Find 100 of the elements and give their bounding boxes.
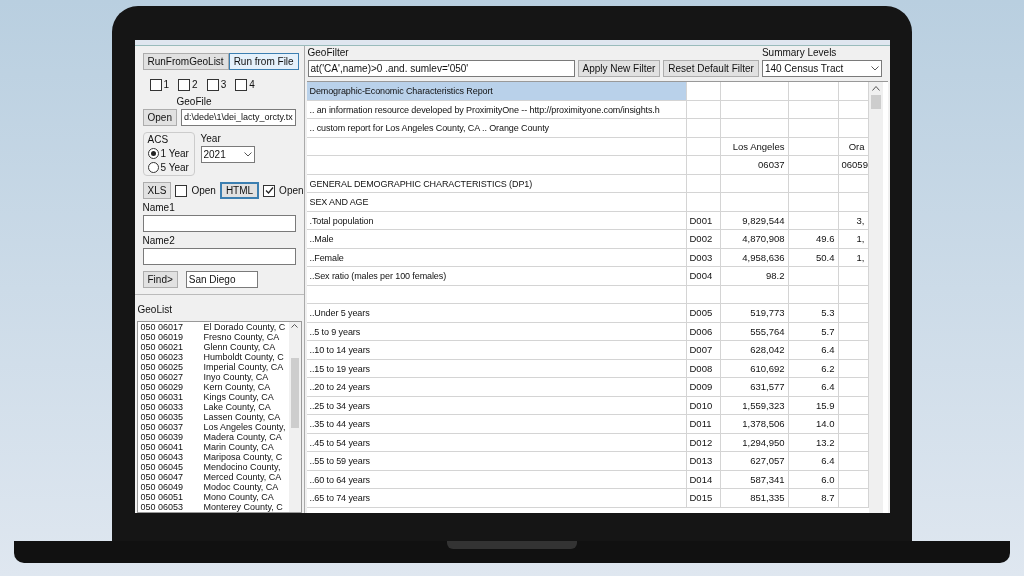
table-cell: D013 bbox=[686, 452, 721, 470]
checkbox-label: Open bbox=[191, 185, 216, 196]
geofile-field[interactable]: d:\dede\1\dei_lacty_orcty.tx bbox=[180, 109, 296, 126]
geolist-item[interactable]: 050 06041 Marin County, CA bbox=[140, 442, 289, 453]
table-cell: 14.0 bbox=[788, 415, 839, 433]
field-label: GeoFile bbox=[176, 97, 213, 107]
scrollbar[interactable] bbox=[288, 322, 301, 512]
table-cell: 1,559,323 bbox=[720, 396, 789, 414]
table-cell: 9,829,544 bbox=[720, 211, 789, 229]
radio-label: 5 Year bbox=[160, 162, 189, 173]
checkbox[interactable] bbox=[206, 79, 219, 91]
checkbox-label: 1 bbox=[163, 80, 170, 90]
open-button[interactable]: Open bbox=[142, 109, 177, 126]
chevron-down-icon bbox=[243, 152, 252, 157]
geolist-item[interactable]: 050 06027 Inyo County, CA bbox=[140, 372, 289, 383]
table-cell: .Total population bbox=[306, 211, 687, 229]
checkbox[interactable] bbox=[175, 184, 188, 197]
geolist-item[interactable]: 050 06045 Mendocino County, bbox=[140, 462, 289, 473]
table-cell: ..15 to 19 years bbox=[306, 359, 687, 377]
apply-filter-button[interactable]: Apply New Filter bbox=[577, 60, 661, 77]
geolist-item[interactable]: 050 06019 Fresno County, CA bbox=[140, 332, 289, 343]
checkbox-label: 3 bbox=[220, 80, 227, 90]
name-field[interactable] bbox=[142, 248, 296, 265]
table-cell: Ora bbox=[838, 137, 869, 155]
table-cell: ..25 to 34 years bbox=[306, 396, 687, 414]
geolist-item[interactable]: 050 06023 Humboldt County, C bbox=[140, 352, 289, 363]
geolist-item[interactable]: 050 06029 Kern County, CA bbox=[140, 382, 289, 393]
table-cell: D004 bbox=[686, 267, 721, 285]
checkbox-label: 4 bbox=[249, 80, 255, 90]
format-button[interactable]: XLS bbox=[142, 182, 172, 199]
table-cell: 06037 bbox=[720, 156, 789, 174]
checkbox[interactable] bbox=[263, 184, 276, 197]
find-button[interactable]: Find> bbox=[142, 271, 178, 288]
table-cell: 8.7 bbox=[788, 489, 839, 507]
table-cell: D007 bbox=[686, 341, 721, 359]
geofilter-field[interactable]: at('CA',name)>0 .and. sumlev='050' bbox=[307, 60, 575, 77]
table-cell: Demographic-Economic Characteristics Report bbox=[306, 82, 687, 100]
table-cell: 1,294,950 bbox=[720, 433, 789, 451]
geolist-item[interactable]: 050 06021 Glenn County, CA bbox=[140, 342, 289, 353]
geolist-item[interactable]: 050 06025 Imperial County, CA bbox=[140, 362, 289, 373]
table-cell: ..65 to 74 years bbox=[306, 489, 687, 507]
year-dropdown[interactable]: 2021 bbox=[200, 146, 255, 163]
table-cell: ..35 to 44 years bbox=[306, 415, 687, 433]
run-from-file-button[interactable]: Run from File bbox=[228, 53, 299, 70]
geolist-item[interactable]: 050 06053 Monterey County, C bbox=[140, 502, 289, 512]
run-from-geolist-button[interactable]: RunFromGeoList bbox=[142, 53, 229, 70]
table-cell: 5.7 bbox=[788, 322, 839, 340]
scrollbar-thumb[interactable] bbox=[290, 358, 299, 428]
table-cell: D010 bbox=[686, 396, 721, 414]
table-cell: 6.4 bbox=[788, 341, 839, 359]
summary-levels-dropdown[interactable]: 140 Census Tract bbox=[761, 60, 882, 77]
geolist-item[interactable]: 050 06037 Los Angeles County, bbox=[140, 422, 289, 433]
table-cell: 851,335 bbox=[720, 489, 789, 507]
geolist-item[interactable]: 050 06017 El Dorado County, C bbox=[140, 323, 289, 333]
table-cell: 519,773 bbox=[720, 304, 789, 322]
table-cell: D009 bbox=[686, 378, 721, 396]
table-cell: D001 bbox=[686, 211, 721, 229]
geolist-item[interactable]: 050 06031 Kings County, CA bbox=[140, 392, 289, 403]
table-cell: .. custom report for Los Angeles County, CA .. Orange County bbox=[306, 119, 687, 137]
checkbox-label: 2 bbox=[192, 80, 198, 90]
table-cell: 5.3 bbox=[788, 304, 839, 322]
table-cell: 15.9 bbox=[788, 396, 839, 414]
table-cell: D005 bbox=[686, 304, 721, 322]
format-button[interactable]: HTML bbox=[219, 182, 260, 199]
table-cell: ..55 to 59 years bbox=[306, 452, 687, 470]
table-cell: SEX AND AGE bbox=[306, 193, 687, 211]
radio-button[interactable] bbox=[147, 148, 159, 159]
table-cell: ..60 to 64 years bbox=[306, 470, 687, 488]
table-cell: 3, bbox=[838, 211, 869, 229]
checkbox[interactable] bbox=[149, 79, 162, 91]
table-cell: D012 bbox=[686, 433, 721, 451]
find-field[interactable]: San Diego bbox=[185, 271, 258, 288]
table-cell: GENERAL DEMOGRAPHIC CHARACTERISTICS (DP1) bbox=[306, 174, 687, 192]
reset-filter-button[interactable]: Reset Default Filter bbox=[663, 60, 759, 77]
chevron-up-icon bbox=[871, 86, 880, 91]
table-cell: ..Male bbox=[306, 230, 687, 248]
checkbox[interactable] bbox=[178, 79, 191, 91]
geolist-item[interactable]: 050 06043 Mariposa County, C bbox=[140, 452, 289, 463]
table-cell: .. an information resource developed by ProximityOne -- http://proximityone.com/insights.h bbox=[306, 100, 687, 118]
scrollbar-thumb[interactable] bbox=[870, 95, 881, 109]
table-cell: ..Under 5 years bbox=[306, 304, 687, 322]
geolist-item[interactable]: 050 06047 Merced County, CA bbox=[140, 472, 289, 483]
geolist-item[interactable]: 050 06035 Lassen County, CA bbox=[140, 412, 289, 423]
field-label: Name1 bbox=[142, 203, 176, 213]
table-cell: D015 bbox=[686, 489, 721, 507]
geolist-item[interactable]: 050 06051 Mono County, CA bbox=[140, 492, 289, 503]
geolist-item[interactable]: 050 06033 Lake County, CA bbox=[140, 402, 289, 413]
table-cell: ..20 to 24 years bbox=[306, 378, 687, 396]
table-cell: 610,692 bbox=[720, 359, 789, 377]
radio-label: 1 Year bbox=[160, 148, 189, 159]
field-label: Name2 bbox=[142, 236, 176, 246]
geolist-item[interactable]: 050 06039 Madera County, CA bbox=[140, 432, 289, 443]
geolist-item[interactable]: 050 06049 Modoc County, CA bbox=[140, 482, 289, 493]
field-label: Year bbox=[200, 134, 222, 144]
name-field[interactable] bbox=[142, 215, 296, 232]
table-cell: 1, bbox=[838, 248, 869, 266]
radio-button[interactable] bbox=[147, 162, 159, 173]
table-cell: 6.0 bbox=[788, 470, 839, 488]
table-cell: D002 bbox=[686, 230, 721, 248]
checkbox[interactable] bbox=[235, 79, 248, 91]
